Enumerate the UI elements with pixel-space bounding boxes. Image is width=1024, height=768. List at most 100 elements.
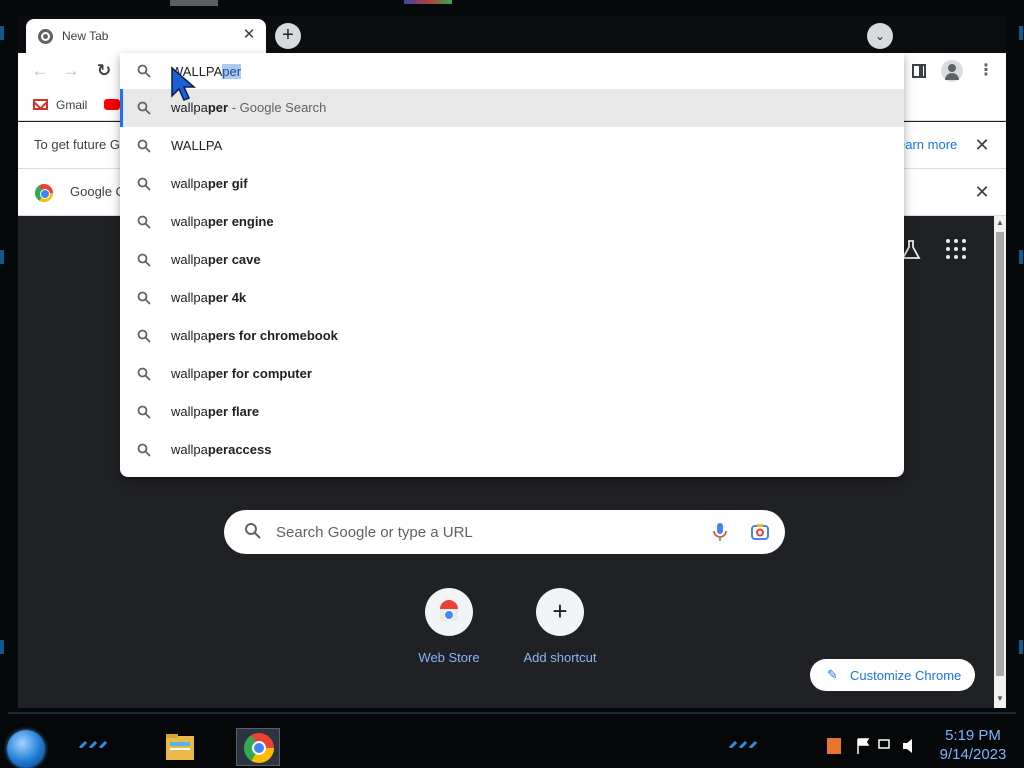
search-icon [137, 405, 151, 419]
suggestion-suffix: - Google Search [228, 100, 327, 115]
action-center-flag-icon[interactable] [857, 738, 870, 754]
omnibox-suggestion[interactable]: wallpaper cave [120, 241, 904, 279]
bookmark-label: Gmail [56, 98, 88, 112]
new-tab-button[interactable]: + [275, 23, 301, 49]
infobar-text: To get future G [34, 137, 120, 152]
scroll-up-arrow-icon[interactable]: ▲ [994, 216, 1006, 230]
network-icon[interactable] [878, 739, 890, 749]
omnibox-suggestion[interactable]: wallpaperaccess [120, 431, 904, 469]
omnibox-suggestion[interactable]: wallpaper flare [120, 393, 904, 431]
frame-line [8, 712, 1016, 714]
close-tab-icon[interactable]: ✕ [240, 26, 258, 44]
customize-chrome-button[interactable]: ✎ Customize Chrome [810, 659, 975, 691]
suggestion-text: wallpaper flare [171, 404, 259, 419]
system-clock[interactable]: 5:19 PM 9/14/2023 [926, 726, 1020, 764]
infobar-text: Google C [70, 184, 125, 199]
suggestion-text: wallpaper engine [171, 214, 274, 229]
tab-new-tab[interactable]: New Tab ✕ [26, 19, 266, 53]
profile-avatar-icon[interactable] [941, 60, 963, 82]
suggestion-prefix: wallpa [171, 100, 208, 115]
suggestion-text: wallpaperaccess [171, 442, 271, 457]
omnibox-suggestion[interactable]: wallpaper - Google Search [120, 89, 904, 127]
suggestion-text: wallpaper cave [171, 252, 261, 267]
autocomplete-selection: per [222, 64, 242, 79]
suggestion-prefix: wallpa [171, 290, 208, 305]
search-icon [245, 523, 261, 539]
frame-dot [0, 640, 4, 654]
search-icon [137, 215, 151, 229]
search-icon [137, 101, 151, 115]
clock-date: 9/14/2023 [939, 746, 1007, 763]
taskbar-decoration [728, 740, 758, 748]
omnibox-suggestion[interactable]: wallpaper engine [120, 203, 904, 241]
side-panel-icon[interactable] [912, 64, 926, 78]
voice-search-icon[interactable] [713, 523, 727, 541]
search-icon [137, 253, 151, 267]
close-infobar-icon[interactable]: ✕ [973, 134, 991, 156]
clock-time: 5:19 PM [945, 727, 1001, 744]
suggestion-completion: peraccess [207, 442, 272, 457]
close-infobar-icon[interactable]: ✕ [973, 181, 991, 203]
suggestion-text: wallpaper gif [171, 176, 248, 191]
search-icon [137, 64, 151, 78]
plus-icon: + [536, 588, 584, 636]
search-icon [137, 367, 151, 381]
shortcut-label: Web Store [418, 650, 480, 665]
suggestion-prefix: wallpa [171, 366, 208, 381]
gmail-icon [33, 99, 48, 110]
folder-icon [166, 734, 194, 760]
frame-dot [1019, 26, 1023, 40]
suggestion-prefix: wallpa [171, 214, 208, 229]
bookmark-youtube[interactable] [104, 95, 120, 115]
suggestion-prefix: wallpa [171, 404, 208, 419]
scrollbar-thumb[interactable] [996, 232, 1004, 676]
ntp-search-box[interactable]: Search Google or type a URL [224, 510, 785, 554]
frame-accent [404, 0, 452, 4]
system-tray [825, 736, 921, 756]
frame-dot [0, 250, 4, 264]
suggestion-completion: per flare [207, 404, 260, 419]
volume-icon[interactable] [903, 739, 912, 753]
omnibox-suggestion[interactable]: wallpaper 4k [120, 279, 904, 317]
chrome-icon [35, 184, 53, 202]
frame-dot [1019, 250, 1023, 264]
omnibox-suggestion[interactable]: wallpaper for computer [120, 355, 904, 393]
java-update-icon[interactable] [827, 738, 841, 754]
omnibox-suggestion[interactable]: wallpaper gif [120, 165, 904, 203]
suggestion-completion: per engine [207, 214, 274, 229]
taskbar-chrome[interactable] [236, 728, 280, 766]
chrome-menu-button[interactable]: ⋮ [978, 59, 994, 83]
suggestion-text: WALLPA [171, 138, 222, 153]
omnibox-suggestion[interactable]: WALLPA [120, 127, 904, 165]
forward-button[interactable]: → [59, 59, 83, 83]
omnibox-suggestion[interactable]: wallpapers for chromebook [120, 317, 904, 355]
search-icon [137, 177, 151, 191]
search-placeholder: Search Google or type a URL [276, 524, 473, 541]
start-button[interactable] [7, 730, 45, 768]
omnibox[interactable]: WALLPAper [120, 53, 904, 89]
bookmark-gmail[interactable]: Gmail [33, 95, 87, 115]
shortcut-add[interactable]: + Add shortcut [510, 588, 610, 665]
shortcut-web-store[interactable]: Web Store [399, 588, 499, 665]
learn-more-link[interactable]: earn more [898, 137, 957, 152]
scroll-down-arrow-icon[interactable]: ▼ [994, 692, 1006, 706]
frame-dot [0, 26, 4, 40]
tab-search-button[interactable]: ⌄ [867, 23, 893, 49]
chrome-tab-favicon-icon [38, 29, 53, 44]
google-apps-icon[interactable] [946, 239, 966, 259]
customize-label: Customize Chrome [850, 668, 962, 683]
suggestion-text: wallpapers for chromebook [171, 328, 338, 343]
taskbar-file-explorer[interactable] [158, 728, 202, 766]
search-icon [137, 443, 151, 457]
suggestion-completion: per for computer [207, 366, 312, 381]
reload-button[interactable]: ↻ [92, 59, 116, 83]
back-button[interactable]: ← [28, 59, 52, 83]
lens-search-icon[interactable] [750, 522, 770, 542]
search-icon [137, 291, 151, 305]
suggestion-text: wallpaper - Google Search [171, 100, 326, 115]
page-scrollbar[interactable]: ▲ ▼ [994, 216, 1006, 708]
search-icon [137, 329, 151, 343]
web-store-icon [425, 588, 473, 636]
suggestion-completion: per cave [207, 252, 261, 267]
suggestion-completion: per [207, 100, 229, 115]
